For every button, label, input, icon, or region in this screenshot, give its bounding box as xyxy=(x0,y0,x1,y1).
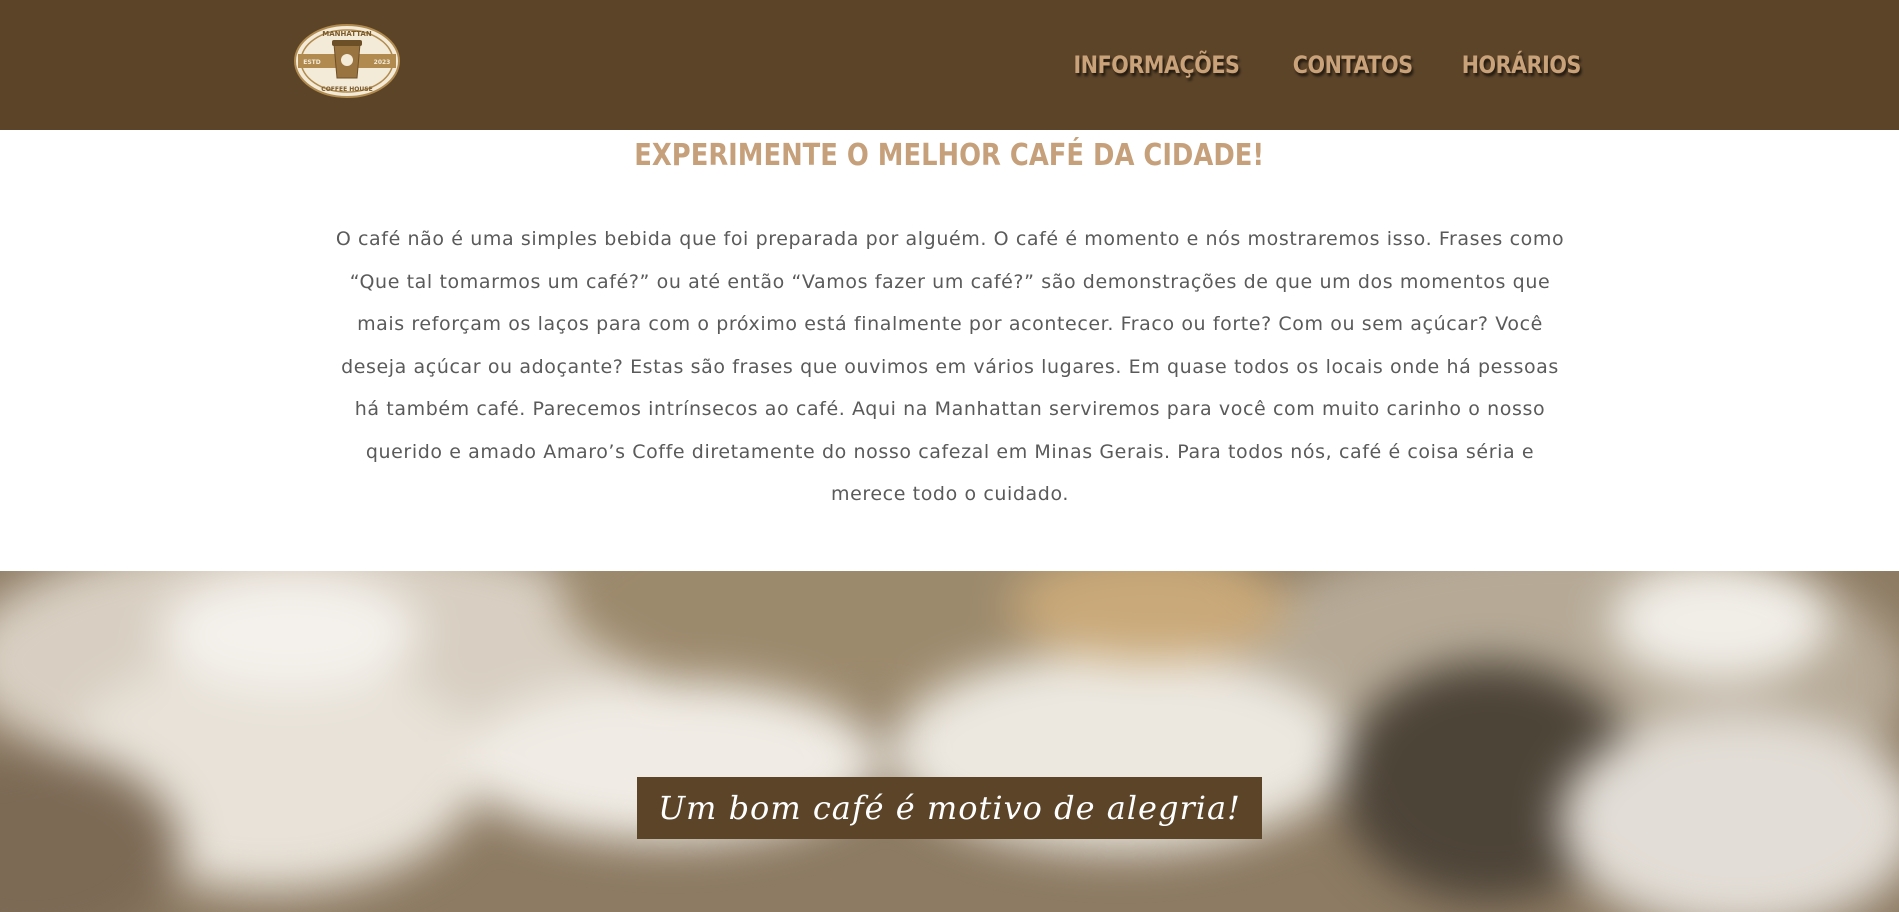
svg-text:2023: 2023 xyxy=(374,59,391,66)
svg-text:ESTD: ESTD xyxy=(303,59,321,66)
nav-horarios[interactable]: HORÁRIOS xyxy=(1462,51,1582,79)
manhattan-logo[interactable]: MANHATTAN ESTD 2023 COFFEE HOUSE xyxy=(294,24,400,98)
site-header: MANHATTAN ESTD 2023 COFFEE HOUSE INFORMA… xyxy=(0,0,1899,130)
nav-contatos[interactable]: CONTATOS xyxy=(1293,51,1413,79)
svg-text:COFFEE HOUSE: COFFEE HOUSE xyxy=(321,86,372,93)
coffee-cup-icon: MANHATTAN ESTD 2023 COFFEE HOUSE xyxy=(294,24,400,98)
svg-text:MANHATTAN: MANHATTAN xyxy=(322,30,372,38)
intro-paragraph: O café não é uma simples bebida que foi … xyxy=(335,228,1565,505)
nav-informacoes[interactable]: INFORMAÇÕES xyxy=(1074,51,1240,79)
hero-banner-text: Um bom café é motivo de alegria! xyxy=(658,789,1241,827)
page-headline: EXPERIMENTE O MELHOR CAFÉ DA CIDADE! xyxy=(0,138,1899,173)
hero-banner: Um bom café é motivo de alegria! xyxy=(637,777,1262,839)
headline-text: EXPERIMENTE O MELHOR CAFÉ DA CIDADE! xyxy=(634,138,1265,173)
main-nav: INFORMAÇÕES CONTATOS HORÁRIOS xyxy=(1060,0,1591,130)
hero-background-image xyxy=(0,571,1899,912)
blurred-cafe-photo xyxy=(0,571,1899,912)
